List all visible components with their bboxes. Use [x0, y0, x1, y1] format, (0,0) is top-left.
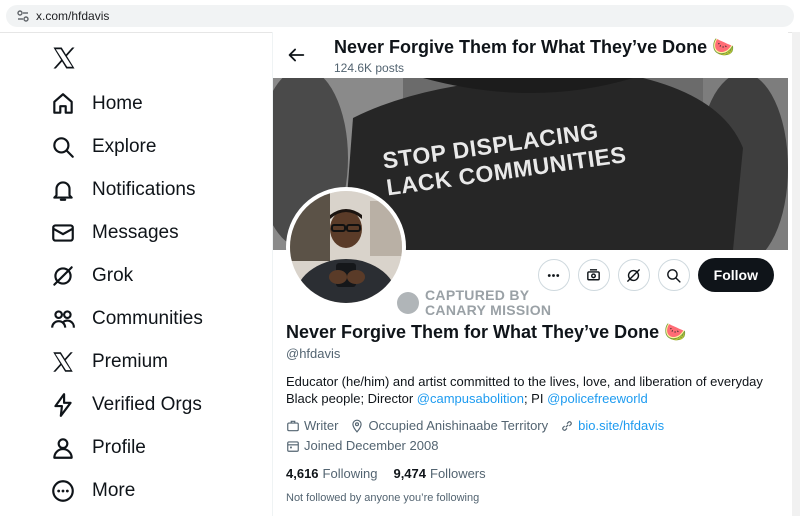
watermark-line1: CAPTURED BY [425, 287, 530, 303]
avatar[interactable] [286, 187, 406, 307]
person-icon [53, 438, 73, 459]
briefcase-icon [287, 420, 299, 431]
sidebar-item-label: Premium [92, 351, 169, 372]
x-logo-icon [53, 352, 73, 372]
grok-analyze-button[interactable] [617, 259, 650, 291]
profile-meta: Writer Occupied Anishinaabe Territory bi… [286, 418, 676, 433]
people-icon [51, 310, 75, 328]
url-text: x.com/hfdavis [36, 9, 110, 23]
link-icon [562, 420, 572, 431]
envelope-icon [52, 224, 74, 242]
sidebar-item-messages[interactable]: Messages [50, 217, 179, 249]
profile-main-column: Never Forgive Them for What They’ve Done… [273, 32, 788, 516]
more-dots-icon [548, 273, 560, 277]
back-arrow-icon[interactable] [285, 44, 307, 66]
grok-icon [53, 266, 73, 286]
sidebar-item-label: Communities [92, 308, 203, 329]
location-item: Occupied Anishinaabe Territory [350, 418, 548, 433]
followers-count: 9,474 [393, 466, 427, 481]
sidebar-nav: Home Explore Notifications Messages Grok… [0, 32, 272, 516]
following-count: 4,616 [286, 466, 319, 481]
sidebar-item-verified-orgs[interactable]: Verified Orgs [50, 389, 202, 421]
profile-display-name: Never Forgive Them for What They’ve Done… [286, 322, 687, 342]
following-count-link[interactable]: 4,616 Following [286, 466, 377, 481]
profile-bio: Educator (he/him) and artist committed t… [286, 373, 766, 407]
followers-label: Followers [430, 466, 486, 481]
search-profile-button[interactable] [657, 259, 690, 291]
joined-item: Joined December 2008 [286, 438, 438, 453]
site-settings-icon[interactable] [16, 9, 30, 23]
sidebar-item-label: Grok [92, 265, 134, 286]
more-options-button[interactable] [537, 259, 570, 291]
page-scrollbar[interactable] [792, 32, 800, 516]
captured-by-watermark: CAPTURED BY CANARY MISSION [397, 288, 551, 318]
sidebar-item-communities[interactable]: Communities [50, 303, 203, 335]
url-field[interactable]: x.com/hfdavis [6, 5, 794, 27]
x-logo-icon[interactable] [50, 44, 78, 72]
sidebar-item-label: Messages [92, 222, 179, 243]
follow-counts: 4,616 Following 9,474 Followers [286, 466, 502, 481]
sidebar-item-profile[interactable]: Profile [50, 432, 146, 464]
website-link[interactable]: bio.site/hfdavis [578, 418, 664, 433]
lightning-icon [54, 393, 72, 417]
calendar-icon [287, 440, 299, 452]
sidebar-item-label: Home [92, 93, 143, 114]
profile-handle: @hfdavis [286, 346, 341, 361]
sidebar-item-label: Explore [92, 136, 157, 157]
bio-mention-link[interactable]: @campusabolition [417, 391, 524, 406]
more-circle-icon [52, 480, 74, 502]
bell-icon [53, 181, 73, 201]
watermark-line2: CANARY MISSION [425, 302, 552, 318]
not-followed-notice: Not followed by anyone you’re following [286, 492, 480, 504]
canary-mission-logo-icon [397, 292, 419, 314]
profession-item: Writer [286, 418, 338, 433]
grok-icon [627, 268, 641, 282]
sidebar-item-more[interactable]: More [50, 475, 135, 507]
profile-joined: Joined December 2008 [286, 438, 450, 453]
bio-mention-link[interactable]: @policefreeworld [547, 391, 648, 406]
avatar-photo [290, 191, 402, 303]
subscribe-button[interactable] [577, 259, 610, 291]
location-pin-icon [352, 419, 363, 433]
sidebar-item-home[interactable]: Home [50, 88, 143, 120]
sidebar-item-premium[interactable]: Premium [50, 346, 168, 378]
joined-text: Joined December 2008 [304, 438, 439, 453]
sidebar-item-label: Verified Orgs [92, 394, 202, 415]
sidebar-item-notifications[interactable]: Notifications [50, 174, 196, 206]
profile-header-bar: Never Forgive Them for What They’ve Done… [273, 32, 788, 78]
browser-address-bar: x.com/hfdavis [0, 0, 800, 33]
followers-count-link[interactable]: 9,474 Followers [393, 466, 485, 481]
header-post-count: 124.6K posts [334, 61, 405, 75]
profession-text: Writer [304, 418, 339, 433]
sidebar-item-explore[interactable]: Explore [50, 131, 156, 163]
header-title: Never Forgive Them for What They’ve Done… [334, 37, 735, 57]
sidebar-item-label: More [92, 480, 136, 501]
location-text: Occupied Anishinaabe Territory [368, 418, 549, 433]
following-label: Following [322, 466, 378, 481]
follow-button[interactable]: Follow [697, 258, 774, 292]
bio-text-mid: ; PI [523, 391, 548, 406]
sidebar-item-label: Notifications [92, 179, 196, 200]
search-icon [53, 137, 74, 158]
profile-actions: Follow [537, 258, 788, 292]
home-icon [53, 93, 73, 114]
website-item[interactable]: bio.site/hfdavis [560, 418, 664, 433]
money-icon [587, 268, 601, 280]
sidebar-item-label: Profile [92, 437, 146, 458]
sidebar-item-grok[interactable]: Grok [50, 260, 133, 292]
search-icon [667, 268, 681, 283]
